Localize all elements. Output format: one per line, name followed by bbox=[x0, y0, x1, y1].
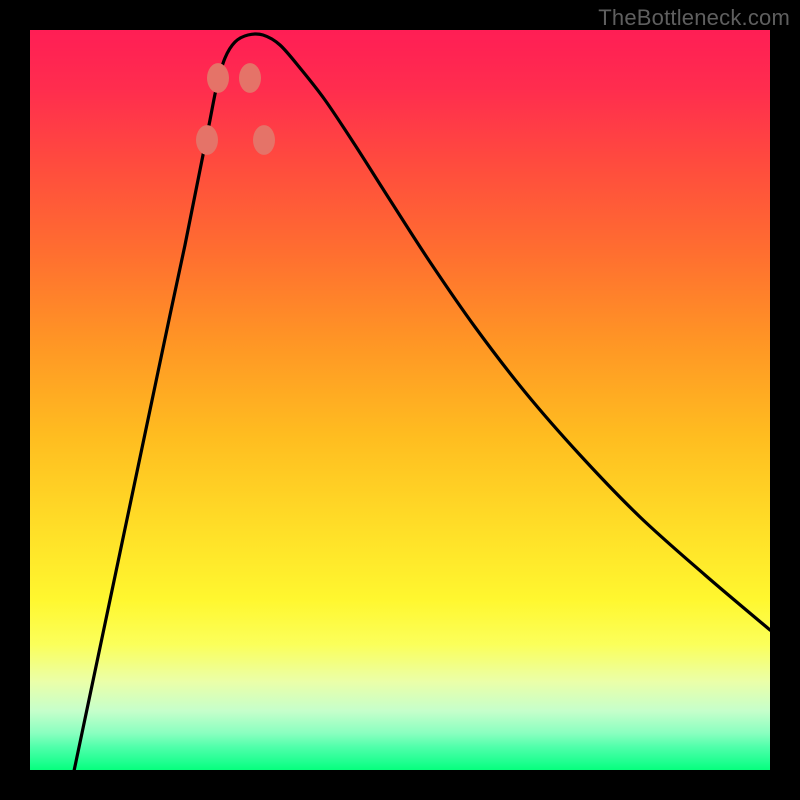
curve-marker bbox=[253, 125, 275, 155]
curve-marker bbox=[239, 63, 261, 93]
curve-marker bbox=[196, 125, 218, 155]
watermark-text: TheBottleneck.com bbox=[598, 5, 790, 31]
chart-plot-area bbox=[30, 30, 770, 770]
curve-marker bbox=[207, 63, 229, 93]
bottleneck-curve bbox=[70, 34, 770, 770]
chart-svg bbox=[30, 30, 770, 770]
curve-markers-group bbox=[196, 63, 275, 155]
